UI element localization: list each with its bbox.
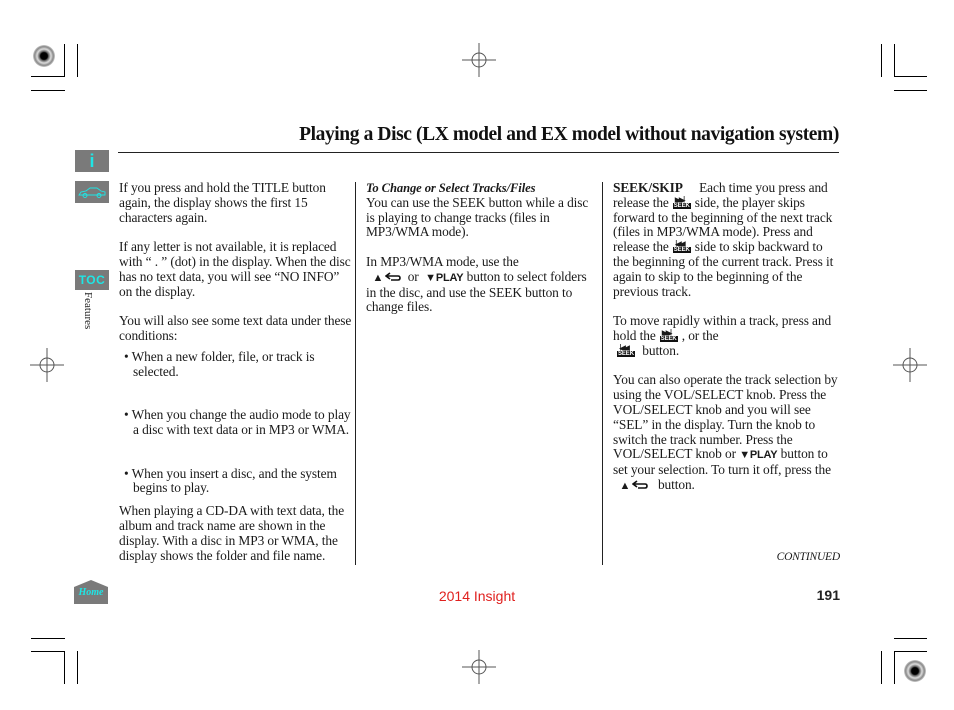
crop-mark [894, 651, 895, 684]
info-button[interactable]: i [75, 150, 109, 172]
paragraph: You can also operate the track selection… [613, 372, 838, 492]
registration-crosshair-icon [30, 348, 64, 382]
home-label: Home [78, 587, 104, 598]
crop-mark [894, 638, 927, 639]
registration-crosshair-icon [462, 43, 496, 77]
section-label: Features [82, 292, 94, 330]
column-2: To Change or Select Tracks/Files You can… [366, 181, 598, 315]
crop-mark [31, 651, 65, 652]
footer-model-name: 2014 Insight [438, 588, 516, 604]
crop-mark [31, 90, 65, 91]
info-icon: i [89, 151, 95, 171]
toc-label: TOC [78, 273, 106, 287]
paragraph: In MP3/WMA mode, use the ▲ or ▼PLAY butt… [366, 253, 587, 315]
crop-mark [64, 44, 65, 77]
list-item: • When you change the audio mode to play… [124, 407, 351, 437]
folder-up-button-glyph: ▲ [372, 271, 384, 284]
crop-mark [894, 651, 927, 652]
list-item: • When you insert a disc, and the system… [124, 465, 337, 496]
crop-mark [881, 44, 882, 77]
seek-back-icon: |◀◀ SEEK [672, 240, 691, 254]
paragraph: When playing a CD-DA with text data, the… [119, 503, 345, 563]
paragraph: To move rapidly within a track, press an… [613, 313, 832, 358]
vehicle-index-button[interactable] [75, 181, 109, 203]
crop-mark [894, 76, 927, 77]
paragraph: If you press and hold the TITLE button a… [119, 180, 326, 225]
seek-forward-icon: ▶▶| SEEK [659, 328, 678, 342]
subheading: To Change or Select Tracks/Files [366, 181, 536, 195]
play-button-glyph: ▼PLAY [739, 449, 778, 462]
crop-mark [894, 44, 895, 77]
crop-mark [881, 651, 882, 684]
seek-back-icon: |◀◀ SEEK [617, 343, 635, 357]
registration-rosette-icon [904, 660, 926, 682]
page-title: Playing a Disc (LX model and EX model wi… [299, 124, 839, 145]
play-button-glyph: ▼PLAY [425, 271, 464, 284]
paragraph: SEEK/SKIP Each time you press and releas… [613, 180, 834, 299]
column-1: If you press and hold the TITLE button a… [119, 180, 355, 563]
home-button[interactable]: Home [74, 580, 108, 604]
crop-mark [77, 44, 78, 77]
registration-crosshair-icon [893, 348, 927, 382]
back-arrow-icon [632, 480, 648, 489]
section-heading: SEEK/SKIP [613, 180, 683, 195]
seek-forward-icon: ▶▶| SEEK [672, 195, 691, 209]
paragraph: You will also see some text data under t… [119, 313, 352, 343]
continued-label: CONTINUED [776, 551, 841, 563]
column-divider [355, 182, 356, 565]
car-icon [78, 187, 106, 198]
folder-up-button-glyph: ▲ [619, 479, 631, 492]
paragraph: You can use the SEEK button while a disc… [366, 194, 589, 240]
crop-mark [31, 638, 65, 639]
crop-mark [894, 90, 927, 91]
crop-mark [77, 651, 78, 684]
page-number: 191 [816, 587, 840, 603]
title-rule [118, 152, 839, 153]
paragraph: If any letter is not available, it is re… [119, 239, 351, 299]
column-3: SEEK/SKIP Each time you press and releas… [613, 180, 841, 494]
column-divider [602, 182, 603, 565]
registration-crosshair-icon [462, 650, 496, 684]
crop-mark [31, 76, 65, 77]
crop-mark [64, 651, 65, 684]
registration-rosette-icon [33, 45, 55, 67]
back-arrow-icon [385, 272, 401, 281]
toc-button[interactable]: TOC [75, 270, 109, 290]
list-item: • When a new folder, file, or track is s… [124, 348, 315, 379]
